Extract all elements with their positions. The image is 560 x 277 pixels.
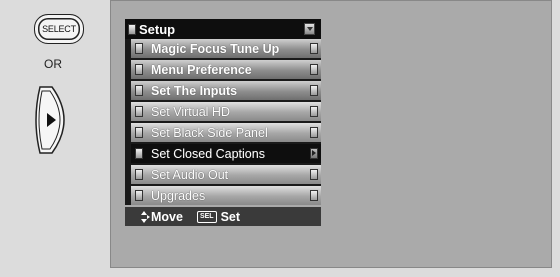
remote-panel: SELECT OR [0,0,110,277]
select-button[interactable]: SELECT [34,14,84,44]
title-cap-icon [128,23,136,35]
move-hint: Move [151,209,183,224]
item-cap-icon [135,148,143,159]
set-hint: Set [220,209,241,224]
menu-item-label: Magic Focus Tune Up [151,41,280,56]
menu-title-bar: Setup [125,19,321,39]
tv-screen: Setup Magic Focus Tune Up Menu Preferenc… [110,0,552,268]
item-cap-icon [135,169,143,180]
menu-item-upgrades[interactable]: Upgrades [131,186,321,205]
menu-title: Setup [139,21,176,37]
item-cap-icon [135,43,143,54]
menu-item-magic-focus-tune-up[interactable]: Magic Focus Tune Up [131,39,321,58]
item-cap-icon [310,127,318,138]
item-cap-icon [135,106,143,117]
item-cap-icon [310,190,318,201]
menu-item-set-black-side-panel[interactable]: Set Black Side Panel [131,123,321,142]
menu-item-set-the-inputs[interactable]: Set The Inputs [131,81,321,100]
menu-item-label: Set Audio Out [151,167,229,182]
menu-item-label: Upgrades [151,188,206,203]
menu-footer-hints: Move SEL Set [125,207,321,226]
chevron-down-icon [304,23,315,35]
or-label: OR [44,57,62,71]
sel-key-icon: SEL [196,210,217,223]
item-cap-icon [310,169,318,180]
menu-item-label: Set Closed Captions [151,146,265,161]
setup-menu: Setup Magic Focus Tune Up Menu Preferenc… [125,19,321,226]
item-cap-icon [310,106,318,117]
menu-item-menu-preference[interactable]: Menu Preference [131,60,321,79]
item-cap-icon [135,127,143,138]
item-cap-icon [310,85,318,96]
menu-item-set-virtual-hd[interactable]: Set Virtual HD [131,102,321,121]
up-down-arrows-icon [141,210,150,223]
menu-item-label: Set The Inputs [151,83,238,98]
chevron-right-icon [310,148,318,159]
menu-items: Magic Focus Tune Up Menu Preference Set … [125,39,321,205]
item-cap-icon [135,85,143,96]
right-arrow-key-icon[interactable] [30,85,84,155]
menu-item-label: Set Black Side Panel [151,125,268,140]
item-cap-icon [135,190,143,201]
menu-item-label: Set Virtual HD [151,104,230,119]
menu-item-set-audio-out[interactable]: Set Audio Out [131,165,321,184]
item-cap-icon [135,64,143,75]
menu-item-set-closed-captions[interactable]: Set Closed Captions [131,144,321,163]
menu-item-label: Menu Preference [151,62,252,77]
item-cap-icon [310,64,318,75]
item-cap-icon [310,43,318,54]
